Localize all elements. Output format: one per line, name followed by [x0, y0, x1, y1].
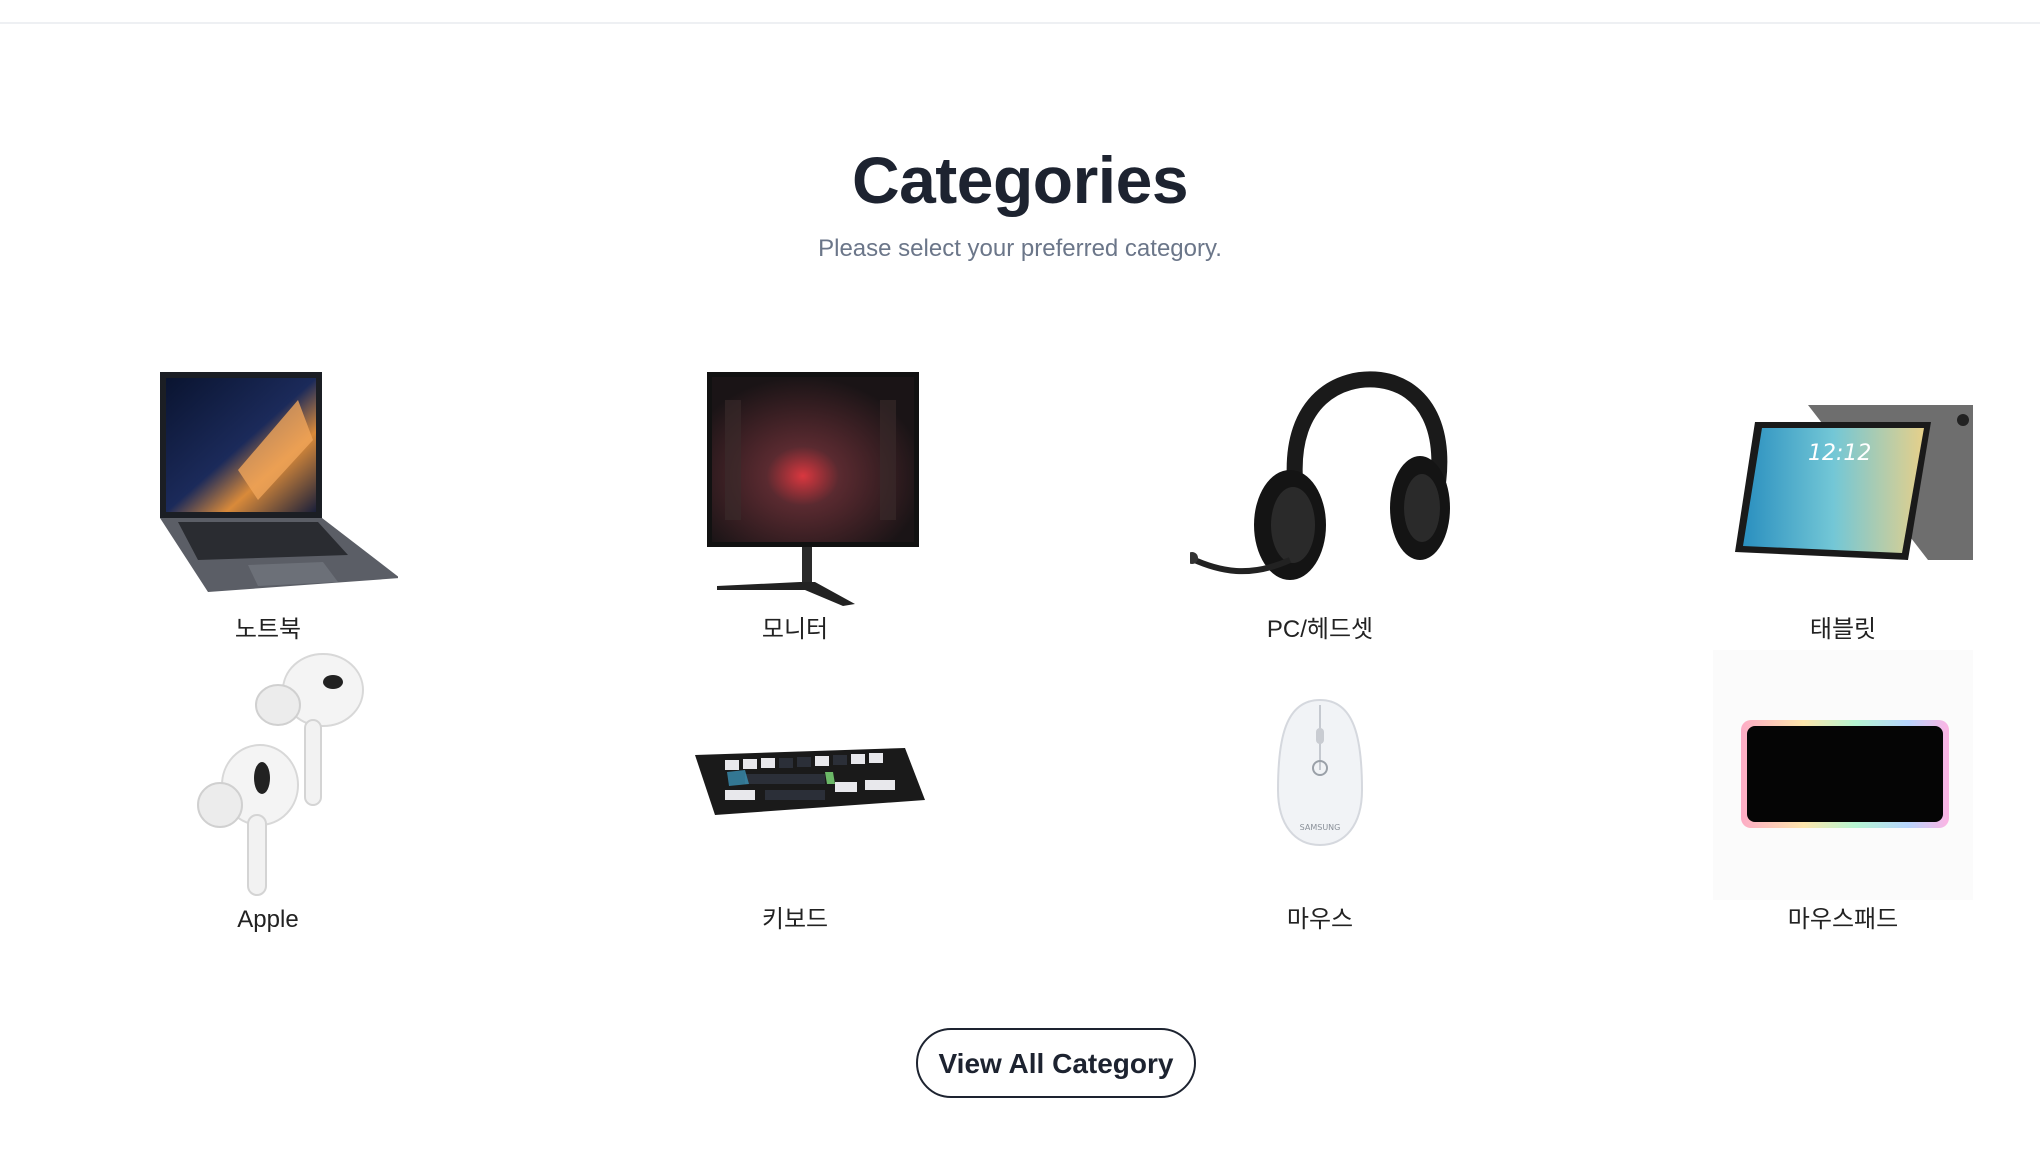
- page-title: Categories: [851, 143, 1189, 217]
- monitor-image: [665, 360, 925, 610]
- category-tile-laptop[interactable]: 노트북: [118, 360, 418, 660]
- keyboard-image: [665, 650, 925, 900]
- mousepad-image: [1713, 650, 1973, 900]
- category-label: 태블릿: [1809, 616, 1877, 643]
- category-tile-tablet[interactable]: 12:12 태블릿: [1693, 360, 1993, 660]
- airpods-image: [138, 650, 398, 900]
- page-subtitle: Please select your preferred category.: [818, 235, 1222, 262]
- category-tile-monitor[interactable]: 모니터: [645, 360, 945, 660]
- tablet-image: 12:12: [1713, 360, 1973, 610]
- headset-image: [1190, 360, 1450, 610]
- top-divider: [0, 0, 2040, 24]
- category-tile-apple[interactable]: Apple: [118, 650, 418, 950]
- category-label: 키보드: [761, 906, 829, 933]
- mouse-brand-text: SAMSUNG: [1300, 823, 1341, 832]
- category-label: Apple: [237, 906, 299, 933]
- category-tile-keyboard[interactable]: 키보드: [645, 650, 945, 950]
- category-label: PC/헤드셋: [1266, 616, 1374, 643]
- category-label: 모니터: [761, 616, 829, 643]
- laptop-image: [138, 360, 398, 610]
- view-all-category-button[interactable]: View All Category: [916, 1028, 1196, 1098]
- tablet-time-text: 12:12: [1808, 441, 1871, 466]
- categories-header: Categories Please select your preferred …: [0, 140, 2040, 264]
- category-tile-headset[interactable]: PC/헤드셋: [1170, 360, 1470, 660]
- category-tile-mousepad[interactable]: 마우스패드: [1693, 650, 1993, 950]
- category-label: 마우스: [1286, 906, 1354, 933]
- category-label: 마우스패드: [1787, 906, 1899, 933]
- category-label: 노트북: [234, 616, 302, 643]
- mouse-image: SAMSUNG: [1190, 650, 1450, 900]
- category-tile-mouse[interactable]: SAMSUNG 마우스: [1170, 650, 1470, 950]
